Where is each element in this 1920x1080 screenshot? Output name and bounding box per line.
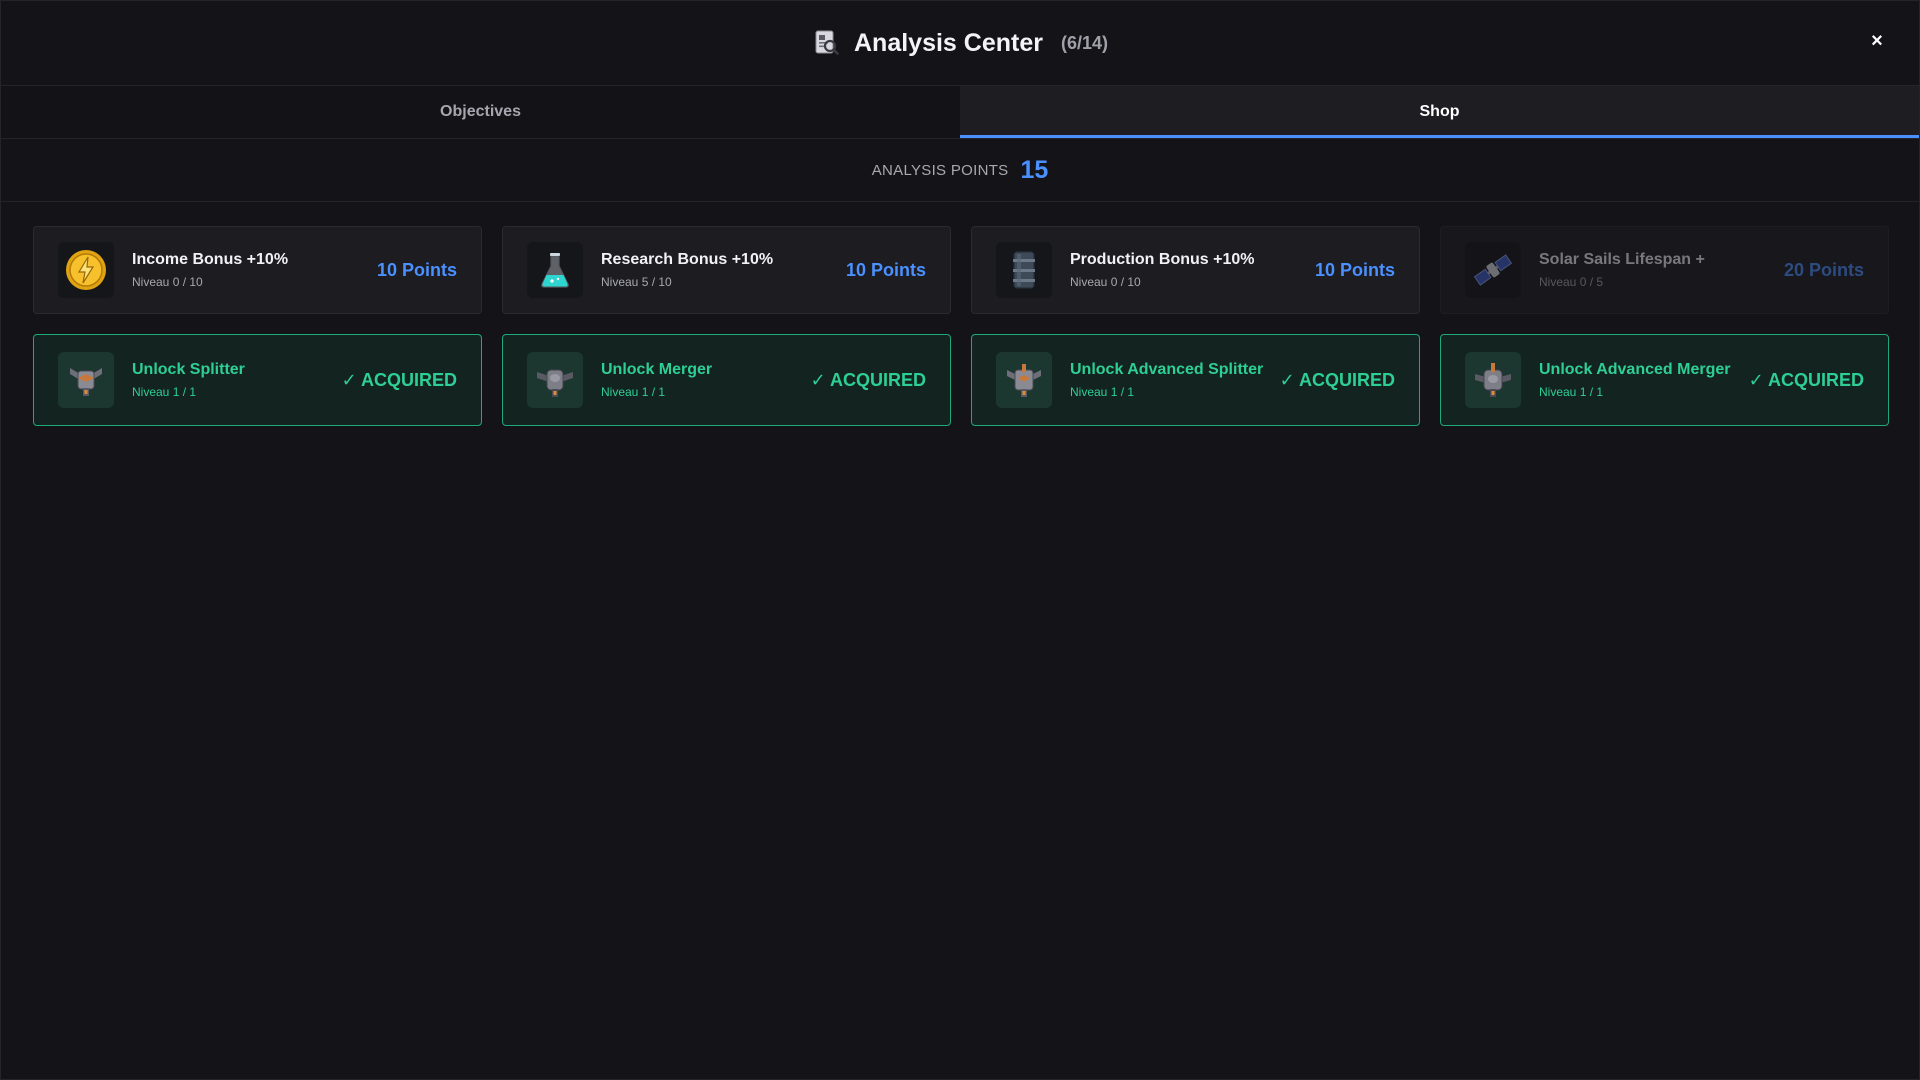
analysis-points-value: 15 (1020, 155, 1049, 184)
unlock-name: Unlock Advanced Splitter (1070, 361, 1264, 378)
analysis-points-label: ANALYSIS POINTS (871, 161, 1009, 179)
shop-item-level: Niveau 0 / 10 (1070, 275, 1141, 289)
unlock-info: Unlock Advanced Merger Niveau 1 / 1 (1539, 361, 1737, 399)
shop-item-name: Production Bonus +10% (1070, 251, 1255, 268)
shop-item-income-bonus[interactable]: Income Bonus +10% Niveau 0 / 10 10 Point… (33, 226, 482, 314)
shop-item-info: Income Bonus +10% Niveau 0 / 10 (132, 251, 365, 289)
analysis-center-window: Analysis Center (6/14) × Objectives Shop… (0, 0, 1920, 1080)
tab-bar: Objectives Shop (1, 86, 1919, 139)
shop-item-name: Income Bonus +10% (132, 251, 289, 268)
shop-item-level: Niveau 0 / 10 (132, 275, 203, 289)
page-title: Analysis Center (854, 28, 1043, 57)
shop-item-cost: 20 Points (1783, 259, 1864, 280)
barrel-icon (996, 242, 1052, 298)
tab-objectives[interactable]: Objectives (1, 86, 960, 138)
advanced-splitter-icon (996, 352, 1052, 408)
unlock-info: Unlock Advanced Splitter Niveau 1 / 1 (1070, 361, 1268, 399)
shop-item-name: Solar Sails Lifespan + (1539, 251, 1705, 268)
objective-count: (6/14) (1060, 32, 1108, 53)
unlock-advanced-splitter[interactable]: Unlock Advanced Splitter Niveau 1 / 1 ✓ … (971, 334, 1420, 426)
shop-item-level: Niveau 0 / 5 (1539, 275, 1604, 289)
acquired-status: ✓ ACQUIRED (810, 369, 926, 390)
analysis-report-icon (812, 29, 840, 57)
shop-item-research-bonus[interactable]: Research Bonus +10% Niveau 5 / 10 10 Poi… (502, 226, 951, 314)
acquired-status: ✓ ACQUIRED (1279, 369, 1395, 390)
analysis-points-bar: ANALYSIS POINTS 15 (1, 139, 1919, 202)
close-button[interactable]: × (1865, 29, 1889, 53)
unlock-merger[interactable]: Unlock Merger Niveau 1 / 1 ✓ ACQUIRED (502, 334, 951, 426)
shop-item-name: Research Bonus +10% (601, 251, 774, 268)
unlock-level: Niveau 1 / 1 (132, 385, 197, 399)
shop-item-cost: 10 Points (845, 259, 926, 280)
unlock-level: Niveau 1 / 1 (1070, 385, 1135, 399)
gold-coin-lightning-icon (58, 242, 114, 298)
unlock-level: Niveau 1 / 1 (601, 385, 666, 399)
shop-item-solar-sails-lifespan[interactable]: Solar Sails Lifespan + Niveau 0 / 5 20 P… (1440, 226, 1889, 314)
shop-item-info: Solar Sails Lifespan + Niveau 0 / 5 (1539, 251, 1772, 289)
merger-icon (527, 352, 583, 408)
unlock-name: Unlock Splitter (132, 361, 245, 378)
shop-item-info: Research Bonus +10% Niveau 5 / 10 (601, 251, 834, 289)
shop-item-cost: 10 Points (376, 259, 457, 280)
close-icon: × (1871, 29, 1883, 52)
tab-shop[interactable]: Shop (960, 86, 1919, 138)
acquired-status: ✓ ACQUIRED (1748, 369, 1864, 390)
shop-item-production-bonus[interactable]: Production Bonus +10% Niveau 0 / 10 10 P… (971, 226, 1420, 314)
unlock-info: Unlock Merger Niveau 1 / 1 (601, 361, 799, 399)
unlock-info: Unlock Splitter Niveau 1 / 1 (132, 361, 330, 399)
unlock-name: Unlock Merger (601, 361, 713, 378)
title-group: Analysis Center (6/14) (812, 29, 1108, 58)
header: Analysis Center (6/14) × (1, 1, 1919, 86)
shop-item-cost: 10 Points (1314, 259, 1395, 280)
shop-item-info: Production Bonus +10% Niveau 0 / 10 (1070, 251, 1303, 289)
splitter-icon (58, 352, 114, 408)
advanced-merger-icon (1465, 352, 1521, 408)
acquired-status: ✓ ACQUIRED (341, 369, 457, 390)
shop-item-level: Niveau 5 / 10 (601, 275, 672, 289)
unlock-splitter[interactable]: Unlock Splitter Niveau 1 / 1 ✓ ACQUIRED (33, 334, 482, 426)
shop-grid: Income Bonus +10% Niveau 0 / 10 10 Point… (1, 202, 1919, 450)
unlock-level: Niveau 1 / 1 (1539, 385, 1604, 399)
flask-icon (527, 242, 583, 298)
unlock-name: Unlock Advanced Merger (1539, 361, 1731, 378)
unlock-advanced-merger[interactable]: Unlock Advanced Merger Niveau 1 / 1 ✓ AC… (1440, 334, 1889, 426)
satellite-icon (1465, 242, 1521, 298)
